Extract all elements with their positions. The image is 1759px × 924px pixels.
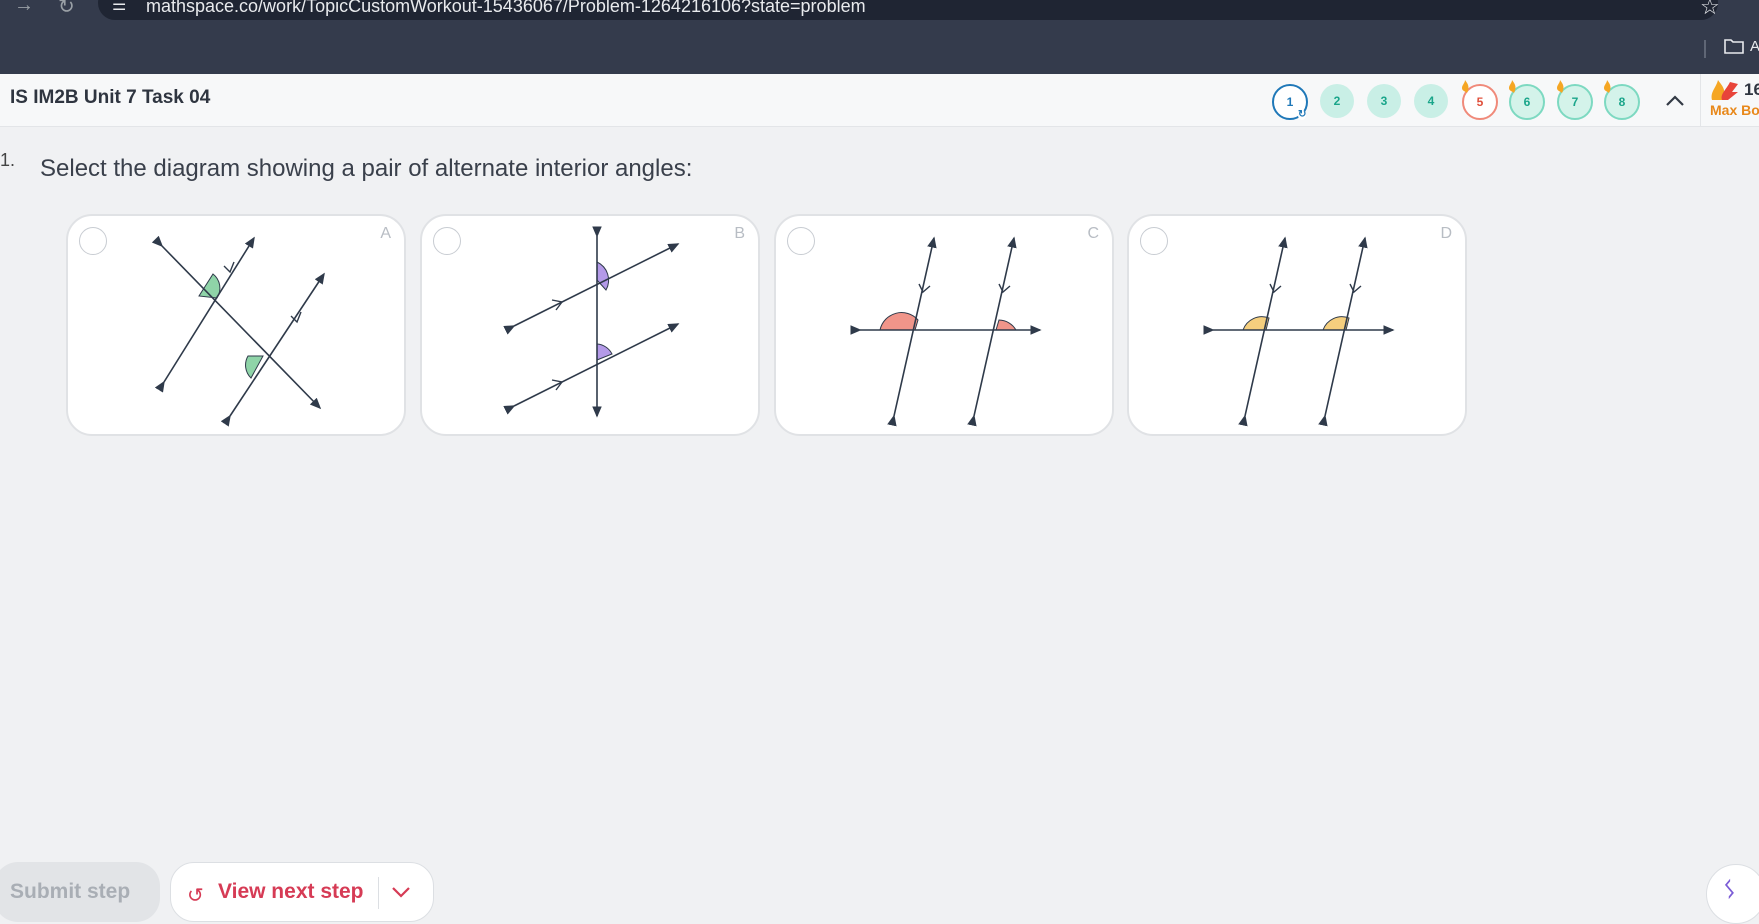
step-2-button[interactable]: 2 <box>1320 84 1354 118</box>
view-next-step-label: View next step <box>218 880 364 903</box>
help-icon: ᛊ <box>1723 877 1737 902</box>
question-number: 1. <box>0 150 16 170</box>
folder-icon[interactable] <box>1724 38 1744 54</box>
boost-label: Max Boost <box>1710 102 1759 118</box>
step-7-button[interactable]: 7 <box>1557 80 1593 120</box>
option-card-d[interactable]: D <box>1127 214 1467 436</box>
flame-icon <box>1509 80 1516 93</box>
step-label: 7 <box>1571 95 1579 109</box>
option-card-c[interactable]: C <box>774 214 1114 436</box>
task-title: IS IM2B Unit 7 Task 04 <box>10 87 211 108</box>
option-card-b[interactable]: B <box>420 214 760 436</box>
submit-step-button[interactable]: Submit step <box>0 862 160 922</box>
url-text[interactable]: mathspace.co/work/TopicCustomWorkout-154… <box>146 0 866 17</box>
diagram-c <box>850 236 1042 427</box>
diagram-d <box>1203 236 1395 427</box>
browser-chrome: → ↻ ☰ mathspace.co/work/TopicCustomWorko… <box>0 0 1759 74</box>
step-6-button[interactable]: 6 <box>1509 80 1545 120</box>
diagram-b <box>503 226 680 418</box>
chevron-up-icon[interactable] <box>1660 86 1690 116</box>
bookmark-label[interactable]: A <box>1750 38 1759 55</box>
step-label: 4 <box>1427 94 1435 108</box>
bookmark-star-icon[interactable]: ☆ <box>1700 0 1720 20</box>
bookmark-divider <box>1704 40 1706 58</box>
step-label: 3 <box>1380 94 1388 108</box>
task-header: IS IM2B Unit 7 Task 04 1 ↻ 2 3 4 5 6 7 8 <box>0 74 1759 127</box>
step-label: 8 <box>1618 95 1626 109</box>
boost-count: 16 <box>1744 80 1759 99</box>
step-label: 5 <box>1476 95 1484 109</box>
header-divider <box>1700 74 1701 126</box>
flame-icon <box>1557 80 1564 93</box>
flame-icon <box>1604 80 1611 93</box>
help-button[interactable]: ᛊ <box>1706 864 1759 924</box>
refresh-icon: ↻ <box>1298 109 1307 120</box>
forward-icon[interactable]: → <box>14 0 34 17</box>
boost-flame-icon <box>1711 80 1738 100</box>
step-label: 2 <box>1333 94 1341 108</box>
step-1-button[interactable]: 1 ↻ <box>1272 84 1308 120</box>
step-4-button[interactable]: 4 <box>1414 84 1448 118</box>
diagram-a <box>151 235 325 427</box>
step-3-button[interactable]: 3 <box>1367 84 1401 118</box>
view-next-step-button[interactable]: ↺ View next step <box>170 862 434 922</box>
flame-icon <box>1462 80 1469 93</box>
button-divider <box>378 877 379 909</box>
question-text: Select the diagram showing a pair of alt… <box>40 155 693 182</box>
site-info-icon[interactable]: ☰ <box>112 0 126 15</box>
lightbulb-icon: ↺ <box>187 885 204 907</box>
step-label: 1 <box>1286 95 1294 109</box>
step-label: 6 <box>1523 95 1531 109</box>
chevron-down-icon[interactable] <box>391 885 411 899</box>
step-5-button[interactable]: 5 <box>1462 80 1498 120</box>
option-card-a[interactable]: A <box>66 214 406 436</box>
reload-icon[interactable]: ↻ <box>58 0 75 19</box>
step-8-button[interactable]: 8 <box>1604 80 1640 120</box>
